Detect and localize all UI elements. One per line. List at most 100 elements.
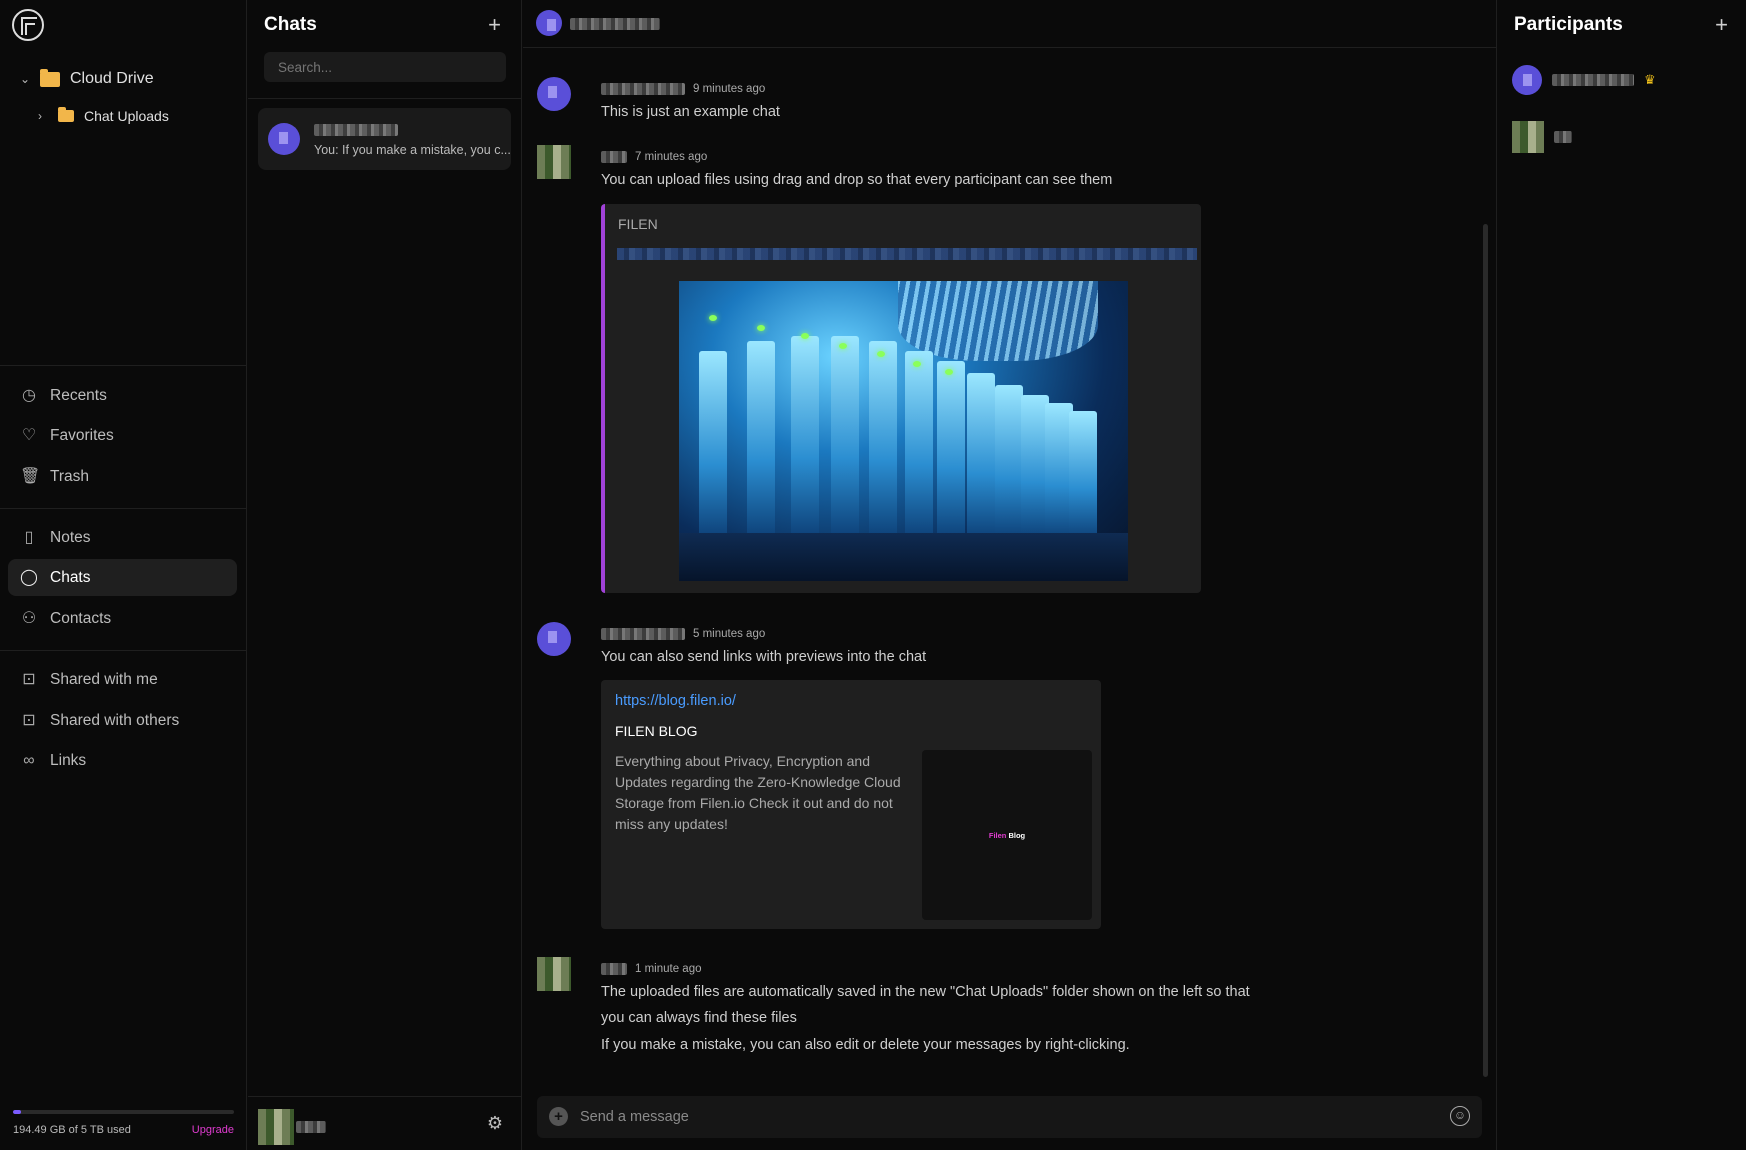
sidebar-item-shared-with-others[interactable]: ⊡ Shared with others bbox=[8, 702, 237, 739]
message-time: 7 minutes ago bbox=[635, 151, 708, 163]
sidebar-item-recents[interactable]: ◷ Recents bbox=[8, 377, 237, 414]
message-text: This is just an example chat bbox=[601, 104, 780, 120]
sidebar-item-label: Notes bbox=[50, 528, 91, 546]
sidebar-item-label: Shared with me bbox=[50, 670, 158, 688]
sidebar-item-notes[interactable]: ▯ Notes bbox=[8, 519, 237, 556]
chat-bubble-icon: ◯ bbox=[20, 568, 38, 586]
avatar[interactable] bbox=[258, 1109, 294, 1145]
sidebar-item-shared-with-me[interactable]: ⊡ Shared with me bbox=[8, 661, 237, 698]
thumb-word: Blog bbox=[1008, 830, 1026, 840]
sidebar-item-favorites[interactable]: ♡ Favorites bbox=[8, 417, 237, 454]
emoji-icon[interactable]: ☺ bbox=[1450, 1106, 1470, 1126]
participant-item[interactable] bbox=[1512, 121, 1572, 153]
clock-icon: ◷ bbox=[22, 386, 36, 404]
message-composer: + ☺ bbox=[537, 1096, 1482, 1138]
chat-main: 9 minutes ago This is just an example ch… bbox=[523, 0, 1497, 1150]
link-thumbnail[interactable]: Filen Blog bbox=[922, 750, 1092, 920]
tree-item-cloud-drive[interactable]: ⌄ Cloud Drive bbox=[20, 68, 154, 88]
server-rack-image[interactable] bbox=[679, 281, 1128, 581]
sidebar-item-label: Shared with others bbox=[50, 711, 180, 729]
chat-scrollbar[interactable] bbox=[1483, 224, 1488, 1077]
sidebar: ⌄ Cloud Drive › Chat Uploads ◷ Recents ♡… bbox=[0, 0, 247, 1150]
avatar bbox=[268, 123, 300, 155]
conversation-item[interactable]: You: If you make a mistake, you c... bbox=[258, 108, 511, 170]
folder-icon bbox=[58, 107, 74, 122]
upgrade-link[interactable]: Upgrade bbox=[192, 1124, 234, 1136]
storage-progress-fill bbox=[13, 1110, 22, 1114]
sender-name-redacted bbox=[601, 151, 627, 163]
avatar bbox=[1512, 121, 1544, 153]
sidebar-item-links[interactable]: ∞ Links bbox=[8, 742, 237, 779]
current-user-bar: ⚙ bbox=[248, 1096, 521, 1150]
divider bbox=[0, 508, 247, 509]
avatar bbox=[1512, 65, 1542, 95]
add-participant-plus-icon[interactable]: + bbox=[1715, 12, 1728, 38]
avatar bbox=[536, 10, 562, 36]
sidebar-item-label: Links bbox=[50, 751, 87, 769]
trash-icon: 🗑 bbox=[20, 467, 41, 485]
sidebar-item-label: Favorites bbox=[50, 426, 114, 444]
sidebar-item-trash[interactable]: 🗑 Trash bbox=[8, 458, 237, 495]
message-time: 1 minute ago bbox=[635, 963, 702, 975]
participant-name-redacted bbox=[1552, 74, 1634, 86]
file-embed[interactable]: FILEN bbox=[601, 204, 1201, 593]
app-window: ⌄ Cloud Drive › Chat Uploads ◷ Recents ♡… bbox=[0, 0, 1746, 1150]
avatar bbox=[537, 622, 571, 656]
chevron-right-icon[interactable]: › bbox=[38, 110, 48, 122]
participants-title: Participants bbox=[1514, 14, 1623, 35]
embed-title: FILEN bbox=[618, 216, 658, 232]
chevron-down-icon[interactable]: ⌄ bbox=[20, 73, 30, 85]
folder-share-icon: ⊡ bbox=[22, 670, 36, 688]
conversation-preview: You: If you make a mistake, you c... bbox=[314, 143, 511, 157]
tree-item-label: Cloud Drive bbox=[70, 70, 154, 87]
participant-item[interactable]: ♛ bbox=[1512, 65, 1656, 95]
link-url[interactable]: https://blog.filen.io/ bbox=[615, 693, 736, 709]
sidebar-item-label: Trash bbox=[50, 467, 90, 485]
avatar bbox=[537, 77, 571, 111]
sidebar-item-chats[interactable]: ◯ Chats bbox=[8, 559, 237, 596]
participant-name-redacted bbox=[1554, 131, 1572, 143]
divider bbox=[248, 98, 521, 99]
link-preview-embed[interactable]: https://blog.filen.io/ FILEN BLOG Everyt… bbox=[601, 680, 1101, 929]
message-text: If you make a mistake, you can also edit… bbox=[601, 1037, 1130, 1053]
folder-icon bbox=[40, 68, 60, 87]
storage-used-text: 194.49 GB of 5 TB used bbox=[13, 1124, 131, 1136]
users-icon: ⚇ bbox=[21, 609, 37, 627]
book-icon: ▯ bbox=[24, 528, 34, 546]
conversation-name-redacted bbox=[314, 124, 398, 136]
chat-list-panel: Chats + You: If you make a mistake, you … bbox=[248, 0, 522, 1150]
message-text: You can also send links with previews in… bbox=[601, 649, 927, 665]
message-time: 5 minutes ago bbox=[693, 628, 766, 640]
chat-search-input[interactable] bbox=[264, 52, 506, 82]
heart-icon: ♡ bbox=[21, 426, 37, 444]
new-chat-plus-icon[interactable]: + bbox=[488, 12, 501, 38]
storage-progress-bar bbox=[13, 1110, 234, 1114]
avatar bbox=[537, 145, 571, 179]
chat-name-redacted bbox=[570, 18, 660, 30]
message-text: You can upload files using drag and drop… bbox=[601, 172, 1113, 188]
chat-list-title: Chats bbox=[264, 14, 317, 35]
gear-icon[interactable]: ⚙ bbox=[487, 1113, 503, 1134]
message-text: The uploaded files are automatically sav… bbox=[601, 984, 1250, 1000]
sidebar-item-label: Chats bbox=[50, 568, 91, 586]
embed-link-redacted bbox=[617, 248, 1197, 260]
sender-name-redacted bbox=[601, 963, 627, 975]
divider bbox=[0, 650, 247, 651]
link-icon: ∞ bbox=[23, 751, 35, 769]
storage-usage: 194.49 GB of 5 TB used Upgrade bbox=[13, 1110, 234, 1136]
message-input[interactable] bbox=[580, 1104, 1400, 1130]
sender-name-redacted bbox=[601, 628, 685, 640]
divider bbox=[0, 365, 247, 366]
tree-item-chat-uploads[interactable]: › Chat Uploads bbox=[38, 107, 169, 124]
link-title: FILEN BLOG bbox=[615, 723, 698, 739]
sender-name-redacted bbox=[601, 83, 685, 95]
add-attachment-icon[interactable]: + bbox=[549, 1107, 568, 1126]
sidebar-item-label: Contacts bbox=[50, 609, 112, 627]
filen-logo-icon[interactable] bbox=[12, 9, 44, 41]
link-description: Everything about Privacy, Encryption and… bbox=[615, 753, 901, 832]
message-text: you can always find these files bbox=[601, 1010, 797, 1026]
tree-item-label: Chat Uploads bbox=[84, 108, 169, 124]
sidebar-item-label: Recents bbox=[50, 386, 107, 404]
sidebar-item-contacts[interactable]: ⚇ Contacts bbox=[8, 600, 237, 637]
chat-header bbox=[523, 0, 1496, 48]
